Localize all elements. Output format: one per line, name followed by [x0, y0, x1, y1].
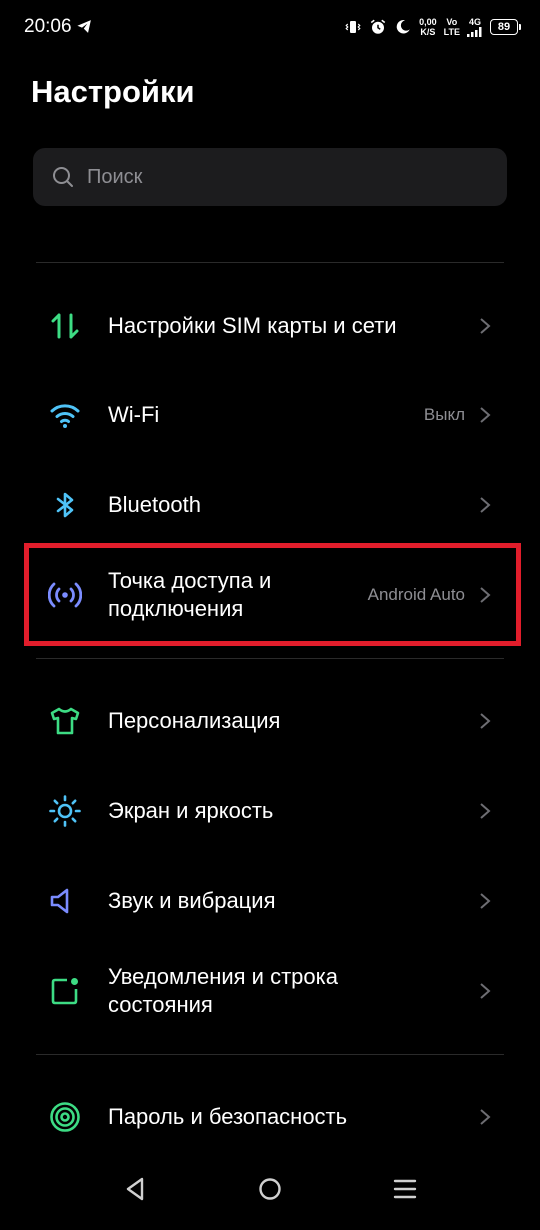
- home-button[interactable]: [255, 1174, 285, 1204]
- settings-item-label: Персонализация: [108, 708, 281, 733]
- status-time: 20:06: [24, 16, 72, 37]
- security-icon: [48, 1100, 82, 1134]
- settings-item-sim-network[interactable]: Настройки SIM карты и сети: [0, 282, 540, 370]
- notification-icon: [48, 974, 82, 1008]
- vibrate-icon: [345, 21, 361, 33]
- chevron-right-icon: [480, 587, 491, 603]
- wifi-status: Выкл: [423, 405, 465, 424]
- speaker-icon: [48, 884, 82, 918]
- alarm-icon: [370, 19, 386, 34]
- chevron-right-icon: [480, 803, 491, 819]
- settings-item-security[interactable]: Пароль и безопасность: [0, 1073, 540, 1161]
- status-icons: 0,00 K/S Vo LTE 4G 89: [344, 14, 521, 40]
- settings-item-label: Точка доступа и подключения: [108, 568, 272, 621]
- brightness-icon: [48, 794, 82, 828]
- settings-item-label: Wi-Fi: [108, 402, 160, 427]
- moon-icon: [396, 20, 410, 34]
- page-title: Настройки: [31, 74, 195, 109]
- network-speed: 0,00 K/S: [419, 17, 437, 37]
- battery-icon: 89: [490, 19, 521, 35]
- back-button[interactable]: [120, 1174, 150, 1204]
- volte-indicator: Vo LTE: [443, 17, 460, 37]
- signal-indicator: 4G: [467, 17, 483, 37]
- recents-menu-button[interactable]: [390, 1174, 420, 1204]
- divider: [36, 658, 504, 659]
- chevron-right-icon: [480, 893, 491, 909]
- bluetooth-icon: [48, 488, 82, 522]
- settings-item-wifi[interactable]: Wi-Fi Выкл: [0, 371, 540, 459]
- telegram-icon: [77, 20, 91, 33]
- chevron-right-icon: [480, 407, 491, 423]
- settings-item-label: Уведомления и строка состояния: [108, 964, 338, 1017]
- divider: [36, 1054, 504, 1055]
- settings-item-label: Bluetooth: [108, 492, 201, 517]
- search-icon: [53, 167, 73, 187]
- divider: [36, 262, 504, 263]
- chevron-right-icon: [480, 983, 491, 999]
- chevron-right-icon: [480, 713, 491, 729]
- hotspot-icon: [48, 578, 82, 612]
- status-bar: 20:06 0,00 K/S Vo LTE 4G 89: [0, 0, 540, 54]
- tshirt-icon: [48, 704, 82, 738]
- settings-item-label: Звук и вибрация: [108, 888, 276, 913]
- chevron-right-icon: [480, 1109, 491, 1125]
- hotspot-status: Android Auto: [367, 585, 465, 604]
- signal-icon: [467, 26, 482, 37]
- chevron-right-icon: [480, 497, 491, 513]
- settings-item-notifications[interactable]: Уведомления и строка состояния: [0, 947, 540, 1035]
- navigation-bar: [0, 1160, 540, 1230]
- settings-item-label: Пароль и безопасность: [108, 1104, 348, 1129]
- settings-item-display[interactable]: Экран и яркость: [0, 767, 540, 855]
- wifi-icon: [48, 398, 82, 432]
- chevron-right-icon: [480, 318, 491, 334]
- settings-item-sound[interactable]: Звук и вибрация: [0, 857, 540, 945]
- search-input[interactable]: Поиск: [33, 148, 507, 206]
- settings-item-label: Экран и яркость: [108, 798, 274, 823]
- sim-network-icon: [48, 309, 82, 343]
- settings-item-hotspot[interactable]: Точка доступа и подключения Android Auto: [0, 551, 540, 639]
- search-placeholder: Поиск: [87, 165, 143, 188]
- settings-item-personalization[interactable]: Персонализация: [0, 677, 540, 765]
- settings-item-label: Настройки SIM карты и сети: [108, 313, 397, 338]
- settings-item-bluetooth[interactable]: Bluetooth: [0, 461, 540, 549]
